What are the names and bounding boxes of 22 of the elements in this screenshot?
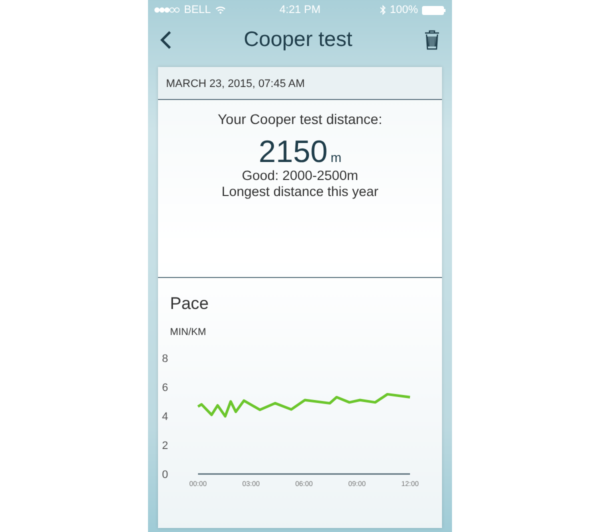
- bluetooth-icon: [380, 5, 386, 15]
- wifi-icon: [214, 6, 226, 14]
- battery-icon: [422, 6, 446, 14]
- axis-unit: MIN/KM: [170, 327, 208, 338]
- test-date: MARCH 23, 2015, 07:45 AM: [158, 67, 442, 100]
- carrier-name: BELL: [184, 4, 211, 16]
- delete-button[interactable]: [422, 28, 442, 52]
- status-time: 4:21 PM: [280, 4, 320, 16]
- y-tick-label: 6: [162, 382, 168, 394]
- signal-icon: [154, 7, 180, 13]
- pace-title: Pace: [170, 294, 210, 314]
- distance-heading: Your Cooper test distance:: [218, 111, 382, 127]
- y-tick-label: 2: [162, 440, 168, 452]
- record-note: Longest distance this year: [222, 184, 378, 200]
- distance-value: 2150: [258, 136, 328, 168]
- y-tick-label: 8: [162, 353, 168, 365]
- y-tick-label: 4: [162, 411, 168, 423]
- screen-title: Cooper test: [244, 28, 352, 52]
- distance-unit: m: [330, 150, 342, 165]
- battery-percent: 100%: [390, 4, 418, 16]
- y-tick-label: 0: [162, 469, 168, 481]
- rating-text: Good: 2000-2500m: [242, 168, 358, 184]
